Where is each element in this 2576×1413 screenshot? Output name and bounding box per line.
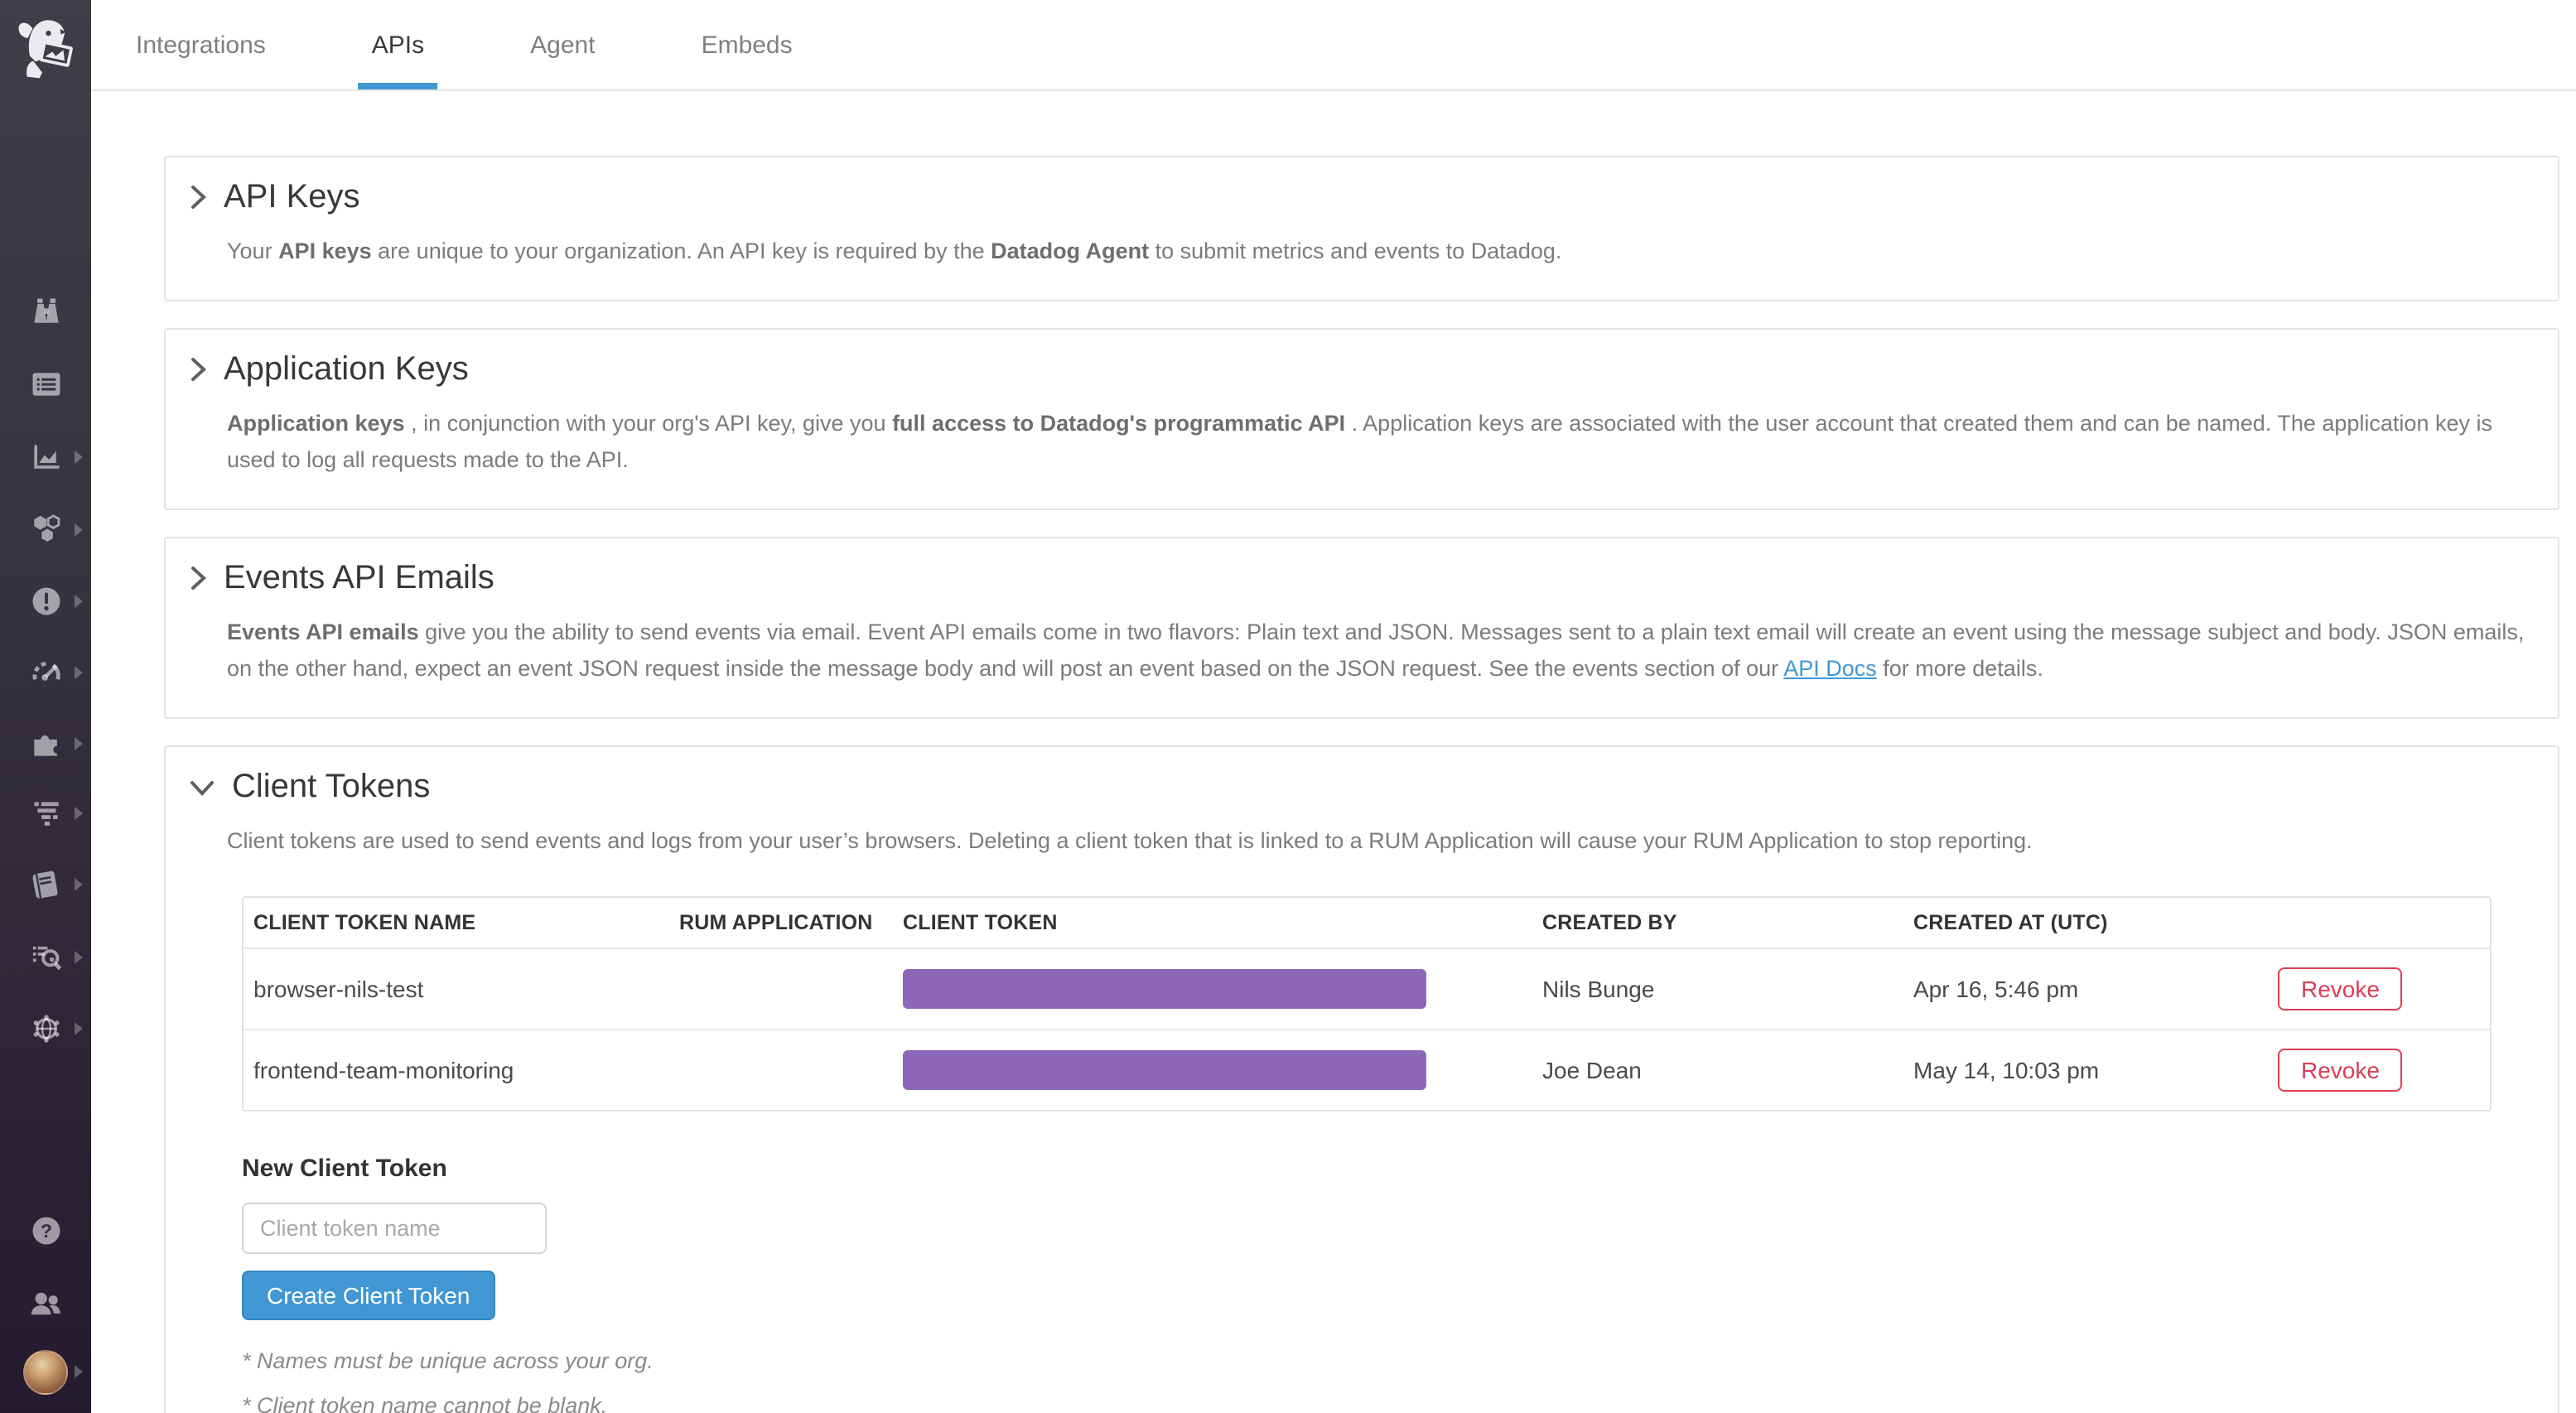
actions-cell: Revoke: [2268, 1049, 2496, 1092]
help-icon[interactable]: ?: [0, 1206, 91, 1256]
chevron-right-icon: [75, 523, 83, 537]
chevron-right-icon: [75, 451, 83, 464]
created-at-cell: May 14, 10:03 pm: [1903, 1057, 2268, 1083]
col-header-created-by: CREATED BY: [1532, 911, 1903, 934]
table-row: frontend-team-monitoring Joe Dean May 14…: [244, 1029, 2490, 1110]
chevron-right-icon: [75, 595, 83, 608]
client-tokens-description: Client tokens are used to send events an…: [227, 823, 2525, 860]
main-content: API Keys Your API keys are unique to you…: [91, 93, 2576, 1413]
chevron-right-icon: [75, 878, 83, 891]
client-token-name: frontend-team-monitoring: [244, 1057, 669, 1083]
section-title: Application Keys: [224, 346, 469, 393]
tab-apis[interactable]: APIs: [359, 0, 437, 89]
section-title: API Keys: [224, 174, 360, 220]
application-keys-section-header[interactable]: Application Keys: [189, 346, 2525, 393]
redacted-token-bar[interactable]: [903, 1050, 1426, 1090]
client-tokens-table: CLIENT TOKEN NAME RUM APPLICATION CLIENT…: [242, 896, 2492, 1112]
synthetics-globe-icon[interactable]: [0, 1004, 91, 1054]
client-tokens-section-header[interactable]: Client Tokens: [189, 764, 2525, 810]
section-title: Client Tokens: [232, 764, 430, 810]
note-name-not-blank: * Client token name cannot be blank.: [242, 1393, 2525, 1413]
actions-cell: Revoke: [2268, 967, 2496, 1010]
application-keys-description: Application keys , in conjunction with y…: [227, 406, 2525, 479]
api-docs-link[interactable]: API Docs: [1783, 656, 1877, 681]
revoke-button[interactable]: Revoke: [2278, 967, 2403, 1010]
col-header-rum-application: RUM APPLICATION: [669, 911, 893, 934]
chevron-right-icon: [75, 666, 83, 679]
tab-embeds[interactable]: Embeds: [688, 0, 806, 89]
redacted-token-bar[interactable]: [903, 969, 1426, 1009]
panel-client-tokens: Client Tokens Client tokens are used to …: [164, 745, 2559, 1413]
client-token-cell: [893, 969, 1532, 1009]
logs-search-icon[interactable]: [0, 933, 91, 982]
revoke-button[interactable]: Revoke: [2278, 1049, 2403, 1092]
notebook-icon[interactable]: [0, 860, 91, 909]
tab-agent[interactable]: Agent: [517, 0, 608, 89]
datadog-dog-icon: [12, 12, 79, 79]
svg-text:?: ?: [40, 1220, 51, 1242]
note-unique-names: * Names must be unique across your org.: [242, 1348, 2525, 1373]
events-list-icon[interactable]: [0, 359, 91, 409]
datadog-apis-page: ? Integrations APIs Agent Embeds: [0, 0, 2576, 1413]
chevron-down-icon: [189, 778, 215, 796]
monitors-alert-icon[interactable]: [0, 576, 91, 626]
top-nav: Integrations APIs Agent Embeds: [91, 0, 2576, 91]
panel-application-keys: Application Keys Application keys , in c…: [164, 328, 2559, 510]
integrations-puzzle-icon[interactable]: [0, 719, 91, 769]
section-title: Events API Emails: [224, 555, 494, 601]
chevron-right-icon: [75, 1365, 83, 1378]
chevron-right-icon: [189, 565, 207, 591]
chevron-right-icon: [75, 1022, 83, 1035]
col-header-created-at: CREATED AT (UTC): [1903, 911, 2268, 934]
chevron-right-icon: [75, 951, 83, 964]
chevron-right-icon: [75, 807, 83, 820]
datadog-logo[interactable]: [0, 0, 91, 91]
apm-gauge-icon[interactable]: [0, 648, 91, 697]
panel-events-api-emails: Events API Emails Events API emails give…: [164, 537, 2559, 719]
infrastructure-hexagons-icon[interactable]: [0, 505, 91, 555]
users-icon[interactable]: [0, 1277, 91, 1327]
created-by-cell: Joe Dean: [1532, 1057, 1903, 1083]
user-avatar[interactable]: [0, 1347, 91, 1396]
col-header-client-token: CLIENT TOKEN: [893, 911, 1532, 934]
table-row: browser-nils-test Nils Bunge Apr 16, 5:4…: [244, 948, 2490, 1029]
sidebar: ?: [0, 0, 91, 1413]
client-token-cell: [893, 1050, 1532, 1090]
chevron-right-icon: [189, 184, 207, 210]
client-token-name: browser-nils-test: [244, 976, 669, 1002]
client-token-name-input[interactable]: [242, 1203, 547, 1254]
new-client-token-form: New Client Token Create Client Token * N…: [242, 1155, 2525, 1413]
metrics-chart-icon[interactable]: [0, 432, 91, 482]
col-header-client-token-name: CLIENT TOKEN NAME: [244, 911, 669, 934]
api-keys-section-header[interactable]: API Keys: [189, 174, 2525, 220]
events-api-emails-description: Events API emails give you the ability t…: [227, 615, 2525, 687]
new-client-token-title: New Client Token: [242, 1155, 2525, 1183]
chevron-right-icon: [75, 737, 83, 750]
traces-flamegraph-icon[interactable]: [0, 788, 91, 838]
watchdog-binoculars-icon[interactable]: [0, 287, 91, 336]
create-client-token-button[interactable]: Create Client Token: [242, 1271, 494, 1320]
avatar-photo: [23, 1349, 68, 1394]
table-header-row: CLIENT TOKEN NAME RUM APPLICATION CLIENT…: [244, 898, 2490, 948]
chevron-right-icon: [189, 356, 207, 383]
api-keys-description: Your API keys are unique to your organiz…: [227, 234, 2525, 270]
created-by-cell: Nils Bunge: [1532, 976, 1903, 1002]
created-at-cell: Apr 16, 5:46 pm: [1903, 976, 2268, 1002]
panel-api-keys: API Keys Your API keys are unique to you…: [164, 156, 2559, 301]
events-api-emails-section-header[interactable]: Events API Emails: [189, 555, 2525, 601]
tab-integrations[interactable]: Integrations: [123, 0, 279, 89]
